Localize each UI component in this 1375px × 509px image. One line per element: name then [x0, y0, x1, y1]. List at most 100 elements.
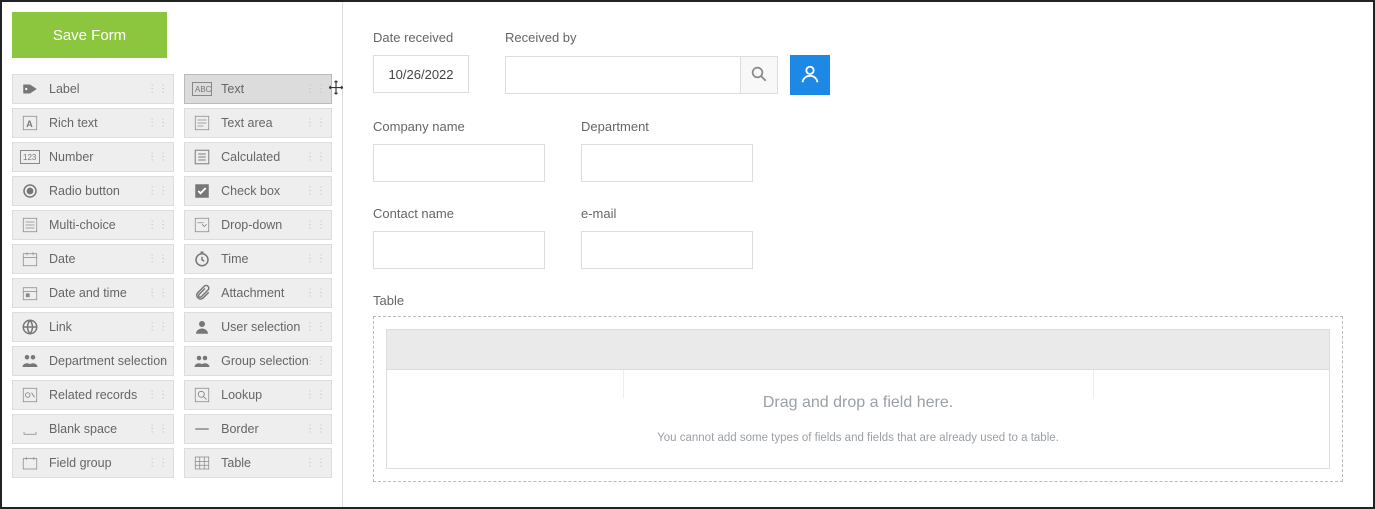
department-field: Department: [581, 119, 753, 182]
drag-handle-icon: [305, 356, 327, 367]
palette-item-label: Blank space: [49, 422, 117, 436]
table-header-row: [386, 329, 1330, 369]
palette-item-lookup[interactable]: Lookup: [184, 380, 332, 410]
palette-item-date-and-time[interactable]: Date and time: [12, 278, 174, 308]
palette-item-calculated[interactable]: Calculated: [184, 142, 332, 172]
blank-space-icon: [19, 418, 41, 440]
palette-item-label: Multi-choice: [49, 218, 116, 232]
drag-handle-icon: [147, 186, 169, 197]
checkbox-icon: [191, 180, 213, 202]
drag-handle-icon: [147, 288, 169, 299]
drag-handle-icon: [305, 458, 327, 469]
label-icon: [19, 78, 41, 100]
palette-item-label: User selection: [221, 320, 300, 334]
palette-item-label: Text area: [221, 116, 272, 130]
palette-item-label: Field group: [49, 456, 112, 470]
department-input[interactable]: [581, 144, 753, 182]
palette-item-label: Rich text: [49, 116, 98, 130]
date-icon: [19, 248, 41, 270]
palette-item-drop-down[interactable]: Drop-down: [184, 210, 332, 240]
form-row: Date received Received by: [373, 30, 1343, 95]
palette-item-blank-space[interactable]: Blank space: [12, 414, 174, 444]
calculated-icon: [191, 146, 213, 168]
contact-name-input[interactable]: [373, 231, 545, 269]
lookup-icon: [191, 384, 213, 406]
field-label: Contact name: [373, 206, 545, 221]
palette-item-number[interactable]: 123 Number: [12, 142, 174, 172]
field-label: Date received: [373, 30, 469, 45]
sidebar: Save Form Label ABCText ARich text Text are…: [2, 2, 342, 507]
drop-subhint: You cannot add some types of fields and …: [657, 432, 1059, 444]
palette-item-label: Time: [221, 252, 248, 266]
palette-item-label[interactable]: Label: [12, 74, 174, 104]
drag-handle-icon: [305, 152, 327, 163]
palette-item-table[interactable]: Table: [184, 448, 332, 478]
radio-button-icon: [19, 180, 41, 202]
palette-item-label: Group selection: [221, 354, 309, 368]
group-selection-icon: [191, 350, 213, 372]
palette-item-radio-button[interactable]: Radio button: [12, 176, 174, 206]
svg-text:123: 123: [23, 153, 37, 162]
department-selection-icon: [19, 350, 41, 372]
drop-hint: Drag and drop a field here.: [763, 394, 953, 412]
drag-handle-icon: [147, 458, 169, 469]
form-row: Contact name e-mail: [373, 206, 1343, 269]
palette-item-date[interactable]: Date: [12, 244, 174, 274]
drag-handle-icon: [305, 390, 327, 401]
palette-item-label: Lookup: [221, 388, 262, 402]
palette-item-multi-choice[interactable]: Multi-choice: [12, 210, 174, 240]
palette-item-department-selection[interactable]: Department selection: [12, 346, 174, 376]
date-received-field: Date received: [373, 30, 469, 95]
contact-name-field: Contact name: [373, 206, 545, 269]
drag-handle-icon: [305, 118, 327, 129]
company-name-input[interactable]: [373, 144, 545, 182]
palette-item-related-records[interactable]: Related records: [12, 380, 174, 410]
drag-handle-icon: [147, 254, 169, 265]
time-icon: [191, 248, 213, 270]
user-selection-icon: [191, 316, 213, 338]
drag-handle-icon: [305, 186, 327, 197]
drag-handle-icon: [305, 322, 327, 333]
text-icon: ABC: [191, 78, 213, 100]
palette-item-label: Related records: [49, 388, 137, 402]
palette-item-attachment[interactable]: Attachment: [184, 278, 332, 308]
palette-item-label: Calculated: [221, 150, 280, 164]
date-received-input[interactable]: [373, 55, 469, 93]
attachment-icon: [191, 282, 213, 304]
palette-item-rich-text[interactable]: ARich text: [12, 108, 174, 138]
drag-handle-icon: [147, 390, 169, 401]
email-input[interactable]: [581, 231, 753, 269]
palette-item-label: Number: [49, 150, 93, 164]
palette-item-time[interactable]: Time: [184, 244, 332, 274]
email-field: e-mail: [581, 206, 753, 269]
drag-handle-icon: [147, 84, 169, 95]
svg-text:ABC: ABC: [195, 85, 212, 94]
palette-item-user-selection[interactable]: User selection: [184, 312, 332, 342]
field-label: Company name: [373, 119, 545, 134]
palette-item-field-group[interactable]: Field group: [12, 448, 174, 478]
received-by-input[interactable]: [505, 56, 740, 94]
drag-handle-icon: [305, 84, 327, 95]
table-dropzone[interactable]: Drag and drop a field here. You cannot a…: [373, 316, 1343, 482]
palette-item-border[interactable]: Border: [184, 414, 332, 444]
palette-item-text-area[interactable]: Text area: [184, 108, 332, 138]
table-body: Drag and drop a field here. You cannot a…: [386, 369, 1330, 469]
drag-handle-icon: [305, 288, 327, 299]
form-row: Company name Department: [373, 119, 1343, 182]
drag-handle-icon: [147, 424, 169, 435]
drag-handle-icon: [147, 356, 169, 367]
user-select-button[interactable]: [790, 55, 830, 95]
palette-item-label: Link: [49, 320, 72, 334]
multi-choice-icon: [19, 214, 41, 236]
palette-item-text[interactable]: ABCText: [184, 74, 332, 104]
palette-item-check-box[interactable]: Check box: [184, 176, 332, 206]
save-form-button[interactable]: Save Form: [12, 12, 167, 58]
field-label: Received by: [505, 30, 830, 45]
received-by-search-button[interactable]: [740, 56, 778, 94]
drag-handle-icon: [305, 424, 327, 435]
palette-item-link[interactable]: Link: [12, 312, 174, 342]
dropdown-icon: [191, 214, 213, 236]
palette-item-group-selection[interactable]: Group selection: [184, 346, 332, 376]
drag-handle-icon: [147, 152, 169, 163]
field-label: Table: [373, 293, 404, 308]
